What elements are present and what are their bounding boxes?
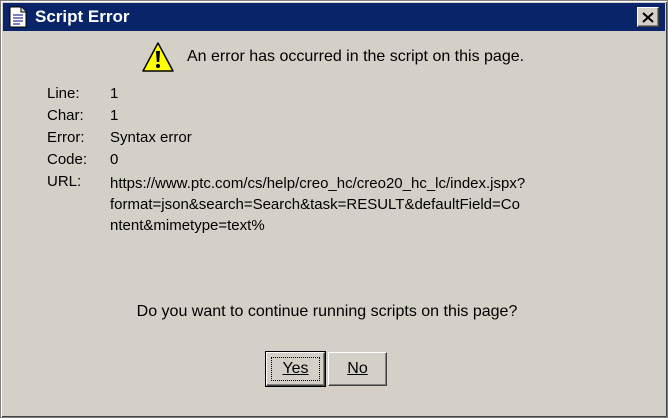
window-title: Script Error: [35, 7, 130, 26]
line-value: 1: [110, 85, 119, 102]
char-label: Char:: [47, 107, 84, 124]
no-button-label: No: [347, 360, 368, 377]
error-message: An error has occurred in the script on t…: [187, 48, 525, 65]
url-label: URL:: [47, 173, 82, 190]
url-line: format=json&search=Search&task=RESULT&de…: [110, 196, 520, 213]
focus-ring: [271, 357, 320, 381]
detail-row-code: Code: 0: [47, 151, 627, 173]
close-button[interactable]: [637, 7, 659, 27]
error-details: Line: 1 Char: 1 Error: Syntax error Code…: [47, 85, 627, 234]
continue-question: Do you want to continue running scripts …: [136, 303, 518, 320]
code-label: Code:: [47, 151, 88, 168]
close-icon: [642, 11, 654, 23]
detail-row-url: URL: https://www.ptc.com/cs/help/creo_hc…: [47, 173, 627, 234]
line-label: Line:: [47, 85, 80, 102]
char-value: 1: [110, 107, 119, 124]
code-value: 0: [110, 151, 119, 168]
detail-row-error: Error: Syntax error: [47, 129, 627, 151]
script-error-dialog: Script Error An error has occurred in th…: [0, 0, 668, 418]
url-line: https://www.ptc.com/cs/help/creo_hc/creo…: [110, 175, 526, 192]
yes-button[interactable]: Yes: [265, 351, 326, 387]
error-message-row: An error has occurred in the script on t…: [141, 39, 524, 75]
error-label: Error:: [47, 129, 85, 146]
url-line: ntent&mimetype=text%: [110, 217, 265, 234]
no-button[interactable]: No: [328, 352, 387, 386]
detail-row-line: Line: 1: [47, 85, 627, 107]
error-value: Syntax error: [110, 129, 192, 146]
warning-icon: [141, 41, 175, 73]
title-bar[interactable]: Script Error: [3, 3, 665, 31]
document-icon: [9, 6, 27, 28]
url-value: https://www.ptc.com/cs/help/creo_hc/creo…: [110, 173, 570, 236]
detail-row-char: Char: 1: [47, 107, 627, 129]
